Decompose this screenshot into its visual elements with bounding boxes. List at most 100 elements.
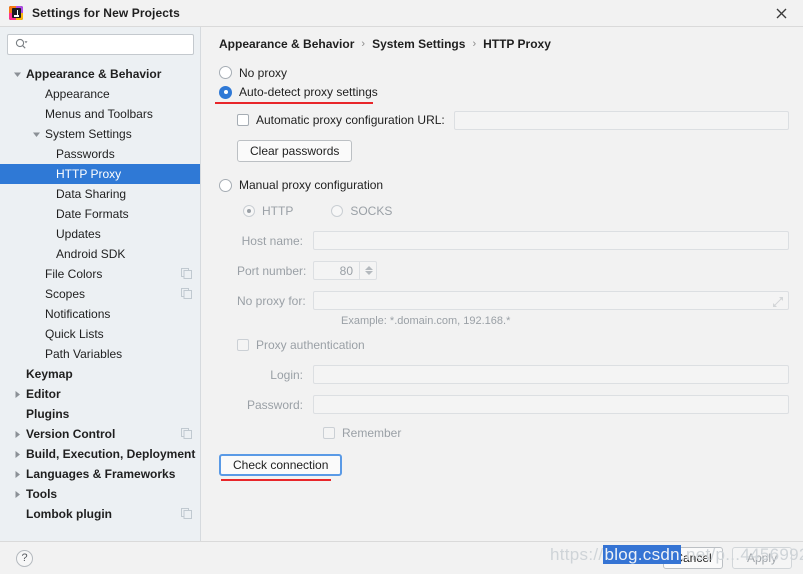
remember-label: Remember bbox=[342, 426, 402, 440]
annotation-underline-auto-detect bbox=[215, 102, 373, 104]
no-proxy-for-input[interactable] bbox=[313, 291, 789, 310]
help-button[interactable]: ? bbox=[16, 549, 33, 567]
checkbox-automatic-proxy-url[interactable] bbox=[237, 114, 249, 126]
automatic-proxy-url-input[interactable] bbox=[453, 110, 789, 130]
radio-auto-detect-indicator bbox=[219, 85, 232, 99]
sidebar-item-quick-lists[interactable]: Quick Lists bbox=[0, 324, 200, 344]
breadcrumb-separator: › bbox=[361, 38, 366, 50]
sidebar-item-scopes[interactable]: Scopes bbox=[0, 284, 200, 304]
sidebar-item-label: Build, Execution, Deployment bbox=[26, 447, 196, 461]
expand-icon[interactable] bbox=[773, 296, 783, 310]
sidebar-item-plugins[interactable]: Plugins bbox=[0, 404, 200, 424]
copy-icon[interactable] bbox=[181, 288, 192, 299]
apply-button[interactable]: Apply bbox=[732, 547, 792, 569]
sidebar-item-label: Notifications bbox=[45, 307, 111, 321]
port-number-row: Port number: 80 bbox=[237, 260, 789, 281]
sidebar-item-label: Menus and Toolbars bbox=[45, 107, 153, 121]
sidebar-item-path-variables[interactable]: Path Variables bbox=[0, 344, 200, 364]
radio-no-proxy-label: No proxy bbox=[239, 65, 288, 80]
sidebar-item-date-formats[interactable]: Date Formats bbox=[0, 204, 200, 224]
host-name-label: Host name: bbox=[241, 233, 303, 248]
radio-socks-indicator[interactable] bbox=[331, 205, 344, 217]
radio-manual-proxy-indicator bbox=[219, 178, 232, 192]
radio-manual-proxy[interactable]: Manual proxy configuration bbox=[219, 175, 789, 195]
sidebar-item-http-proxy[interactable]: HTTP Proxy bbox=[0, 164, 200, 184]
host-name-row: Host name: bbox=[237, 230, 789, 251]
host-name-input[interactable] bbox=[313, 231, 789, 250]
sidebar-item-build-execution-deployment[interactable]: Build, Execution, Deployment bbox=[0, 444, 200, 464]
breadcrumb-item-1[interactable]: System Settings bbox=[372, 37, 465, 51]
copy-icon[interactable] bbox=[181, 508, 192, 519]
sidebar-item-label: Android SDK bbox=[56, 247, 126, 261]
sidebar-item-label: System Settings bbox=[45, 127, 132, 141]
chevron-right-icon[interactable] bbox=[12, 429, 23, 440]
sidebar-item-languages-frameworks[interactable]: Languages & Frameworks bbox=[0, 464, 200, 484]
radio-auto-detect-label: Auto-detect proxy settings bbox=[239, 85, 378, 99]
breadcrumb-item-0[interactable]: Appearance & Behavior bbox=[219, 37, 354, 51]
clear-passwords-button[interactable]: Clear passwords bbox=[237, 140, 353, 162]
check-connection-row: Check connection bbox=[219, 454, 789, 481]
password-input[interactable] bbox=[313, 395, 789, 414]
search-box[interactable] bbox=[7, 34, 194, 55]
login-row: Login: bbox=[237, 364, 789, 385]
cancel-button[interactable]: Cancel bbox=[663, 547, 723, 569]
sidebar-item-keymap[interactable]: Keymap bbox=[0, 364, 200, 384]
login-input[interactable] bbox=[313, 365, 789, 384]
sidebar-item-file-colors[interactable]: File Colors bbox=[0, 264, 200, 284]
proxy-authentication-label: Proxy authentication bbox=[256, 338, 365, 352]
sidebar-item-label: Date Formats bbox=[56, 207, 129, 221]
sidebar-item-version-control[interactable]: Version Control bbox=[0, 424, 200, 444]
chevron-right-icon[interactable] bbox=[12, 389, 23, 400]
sidebar-item-notifications[interactable]: Notifications bbox=[0, 304, 200, 324]
close-icon[interactable] bbox=[759, 0, 803, 27]
sidebar-item-tools[interactable]: Tools bbox=[0, 484, 200, 504]
annotation-underline-check-connection bbox=[221, 479, 331, 481]
sidebar-item-label: Editor bbox=[26, 387, 61, 401]
login-label: Login: bbox=[270, 367, 303, 382]
no-proxy-for-row: No proxy for: bbox=[237, 290, 789, 311]
remember-row: Remember bbox=[219, 423, 789, 443]
http-proxy-panel: Appearance & Behavior › System Settings … bbox=[201, 27, 803, 541]
radio-no-proxy[interactable]: No proxy bbox=[219, 63, 789, 82]
search-input[interactable] bbox=[28, 36, 193, 53]
sidebar-item-label: Lombok plugin bbox=[26, 507, 112, 521]
settings-tree: Appearance & Behavior Appearance Menus and… bbox=[0, 61, 200, 524]
sidebar-item-menus-and-toolbars[interactable]: Menus and Toolbars bbox=[0, 104, 200, 124]
checkbox-proxy-authentication[interactable] bbox=[237, 339, 249, 351]
chevron-right-icon[interactable] bbox=[12, 469, 23, 480]
radio-no-proxy-indicator bbox=[219, 66, 232, 79]
dialog-body: Appearance & Behavior Appearance Menus and… bbox=[0, 27, 803, 541]
check-connection-button[interactable]: Check connection bbox=[219, 454, 343, 476]
radio-http-indicator[interactable] bbox=[243, 205, 255, 217]
sidebar-item-label: Languages & Frameworks bbox=[26, 467, 176, 481]
sidebar-item-android-sdk[interactable]: Android SDK bbox=[0, 244, 200, 264]
sidebar-item-lombok-plugin[interactable]: Lombok plugin bbox=[0, 504, 200, 524]
password-label: Password: bbox=[246, 397, 303, 412]
chevron-down-icon[interactable] bbox=[31, 129, 42, 140]
search-container bbox=[0, 27, 200, 61]
port-number-label: Port number: bbox=[237, 263, 307, 278]
chevron-right-icon[interactable] bbox=[12, 449, 23, 460]
sidebar-item-appearance[interactable]: Appearance bbox=[0, 84, 200, 104]
sidebar-item-label: Quick Lists bbox=[45, 327, 104, 341]
sidebar-item-system-settings[interactable]: System Settings bbox=[0, 124, 200, 144]
no-proxy-example-text: Example: *.domain.com, 192.168.* bbox=[341, 315, 511, 327]
sidebar-item-data-sharing[interactable]: Data Sharing bbox=[0, 184, 200, 204]
automatic-proxy-url-label: Automatic proxy configuration URL: bbox=[256, 113, 445, 127]
sidebar-item-appearance-behavior[interactable]: Appearance & Behavior bbox=[0, 64, 200, 84]
sidebar-item-editor[interactable]: Editor bbox=[0, 384, 200, 404]
checkbox-remember[interactable] bbox=[323, 427, 335, 439]
proxy-authentication-row: Proxy authentication bbox=[219, 335, 789, 355]
copy-icon[interactable] bbox=[181, 268, 192, 279]
settings-sidebar: Appearance & Behavior Appearance Menus and… bbox=[0, 27, 201, 541]
stepper-arrows-icon[interactable] bbox=[359, 262, 376, 279]
breadcrumb-item-2[interactable]: HTTP Proxy bbox=[483, 37, 551, 51]
copy-icon[interactable] bbox=[181, 428, 192, 439]
port-number-stepper[interactable]: 80 bbox=[313, 261, 377, 280]
chevron-down-icon[interactable] bbox=[12, 69, 23, 80]
dialog-footer: ? Cancel Apply bbox=[0, 541, 803, 574]
radio-auto-detect-proxy[interactable]: Auto-detect proxy settings bbox=[215, 82, 789, 104]
sidebar-item-updates[interactable]: Updates bbox=[0, 224, 200, 244]
sidebar-item-passwords[interactable]: Passwords bbox=[0, 144, 200, 164]
chevron-right-icon[interactable] bbox=[12, 489, 23, 500]
